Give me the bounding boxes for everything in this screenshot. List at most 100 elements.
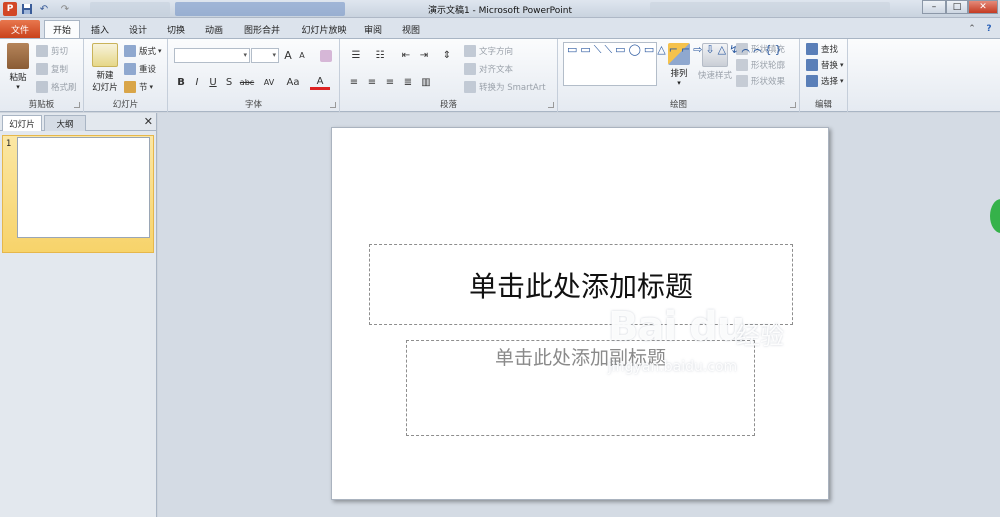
- quick-styles-label: 快速样式: [697, 71, 732, 81]
- tab-animations[interactable]: 动画: [196, 20, 232, 38]
- dialog-launcher-icon[interactable]: [790, 102, 796, 108]
- close-button[interactable]: ✕: [968, 0, 998, 14]
- layout-button[interactable]: 版式 ▾: [124, 43, 162, 59]
- arrange-label: 排列: [670, 69, 688, 79]
- tab-slides[interactable]: 幻灯片: [2, 115, 42, 131]
- align-left-icon[interactable]: ≡: [346, 75, 362, 90]
- slide-thumbnail[interactable]: [17, 137, 150, 238]
- copy-button[interactable]: 复制: [36, 61, 68, 77]
- cut-button[interactable]: 剪切: [36, 43, 68, 59]
- dropdown-arrow-icon: ▾: [149, 83, 154, 91]
- paste-icon: [7, 43, 29, 69]
- strikethrough-button[interactable]: abc: [238, 75, 256, 90]
- paste-button[interactable]: 粘贴 ▾: [4, 43, 32, 91]
- powerpoint-app-icon[interactable]: P: [3, 2, 17, 16]
- copy-label: 复制: [51, 65, 69, 75]
- slides-pane: 幻灯片 大纲 ✕ 1: [0, 113, 157, 517]
- shape-outline-label: 形状轮廓: [751, 61, 786, 71]
- align-text-button[interactable]: 对齐文本: [464, 61, 513, 77]
- text-direction-button[interactable]: 文字方向: [464, 43, 513, 59]
- replace-icon: [806, 59, 818, 71]
- blurred-taskbar-item: [175, 2, 345, 16]
- dialog-launcher-icon[interactable]: [74, 102, 80, 108]
- select-button[interactable]: 选择 ▾: [806, 73, 844, 89]
- tab-home[interactable]: 开始: [44, 20, 80, 38]
- smartart-button[interactable]: 转换为 SmartArt: [464, 79, 546, 95]
- text-shadow-button[interactable]: S: [222, 75, 236, 90]
- bold-button[interactable]: B: [174, 75, 188, 90]
- shape-outline-button[interactable]: 形状轮廓: [736, 57, 785, 73]
- effects-icon: [736, 75, 748, 87]
- text-direction-label: 文字方向: [479, 47, 514, 57]
- undo-icon[interactable]: ↶: [37, 2, 51, 16]
- help-icon[interactable]: ?: [982, 20, 996, 38]
- line-spacing-icon[interactable]: ⇕: [438, 48, 456, 63]
- save-icon[interactable]: [20, 2, 34, 16]
- tab-shape-merge[interactable]: 图形合并: [236, 20, 288, 38]
- paste-label: 粘贴: [9, 73, 27, 83]
- section-button[interactable]: 节 ▾: [124, 79, 153, 95]
- decrease-indent-icon[interactable]: ⇤: [398, 48, 414, 63]
- char-spacing-button[interactable]: AV: [258, 75, 280, 90]
- font-color-button[interactable]: A: [310, 75, 330, 90]
- shapes-gallery[interactable]: ▭▭⟍⟍▭◯▭△⌐⌐⇨⇩△↯⌒⌒{}: [563, 42, 782, 86]
- tab-slideshow[interactable]: 幻灯片放映: [294, 20, 354, 38]
- grow-font-button[interactable]: A: [282, 48, 294, 63]
- shrink-font-button[interactable]: A: [296, 48, 308, 63]
- section-icon: [124, 81, 136, 93]
- dropdown-arrow-icon: ▾: [272, 51, 276, 59]
- numbering-icon[interactable]: ☷: [370, 48, 390, 63]
- italic-button[interactable]: I: [190, 75, 204, 90]
- blurred-taskbar-item: [650, 2, 890, 16]
- dialog-launcher-icon[interactable]: [330, 102, 336, 108]
- align-right-icon[interactable]: ≡: [382, 75, 398, 90]
- slide-editor: 单击此处添加标题 单击此处添加副标题: [158, 113, 1000, 517]
- tab-file[interactable]: 文件: [0, 20, 40, 38]
- redo-icon[interactable]: ↷: [58, 2, 72, 16]
- bullets-icon[interactable]: ☰: [346, 48, 366, 63]
- replace-button[interactable]: 替换 ▾: [806, 57, 844, 73]
- dialog-launcher-icon[interactable]: [548, 102, 554, 108]
- reset-button[interactable]: 重设: [124, 61, 156, 77]
- tab-view[interactable]: 视图: [394, 20, 428, 38]
- tab-transitions[interactable]: 切换: [160, 20, 192, 38]
- watermark-cn-text: 经验: [736, 322, 784, 350]
- group-label: 绘图: [669, 100, 687, 110]
- minimize-button[interactable]: –: [922, 0, 946, 14]
- window-title: 演示文稿1 - Microsoft PowerPoint: [427, 6, 573, 16]
- tab-outline[interactable]: 大纲: [44, 115, 86, 131]
- format-painter-button[interactable]: 格式刷: [36, 79, 77, 95]
- close-icon[interactable]: ✕: [144, 115, 153, 128]
- font-size-select[interactable]: ▾: [251, 48, 279, 63]
- new-slide-button[interactable]: 新建 幻灯片: [86, 43, 124, 93]
- tab-design[interactable]: 设计: [120, 20, 156, 38]
- select-label: 选择: [821, 77, 839, 87]
- font-family-select[interactable]: ▾: [174, 48, 250, 63]
- tab-insert[interactable]: 插入: [84, 20, 116, 38]
- ribbon-tabs: 文件 开始 插入 设计 切换 动画 图形合并 幻灯片放映 审阅 视图 ⌃ ?: [0, 18, 1000, 38]
- floating-widget-icon[interactable]: [990, 199, 1000, 233]
- new-slide-icon: [92, 43, 118, 67]
- new-slide-label-2: 幻灯片: [92, 83, 118, 93]
- group-font: ▾ ▾ A A B I U S abc AV Aa A 字体: [168, 39, 340, 112]
- underline-button[interactable]: U: [206, 75, 220, 90]
- layout-icon: [124, 45, 136, 57]
- find-button[interactable]: 查找: [806, 41, 838, 57]
- change-case-button[interactable]: Aa: [282, 75, 304, 90]
- shape-effects-button[interactable]: 形状效果: [736, 73, 785, 89]
- minimize-ribbon-icon[interactable]: ⌃: [966, 20, 978, 38]
- slide-number: 1: [6, 139, 12, 149]
- justify-icon[interactable]: ≣: [400, 75, 416, 90]
- tab-review[interactable]: 审阅: [358, 20, 388, 38]
- maximize-button[interactable]: □: [946, 0, 968, 14]
- title-bar: P ↶ ↷ 演示文稿1 - Microsoft PowerPoint – □ ✕: [0, 0, 1000, 18]
- smartart-label: 转换为 SmartArt: [479, 83, 546, 93]
- group-paragraph: ☰ ☷ ⇤ ⇥ ⇕ 文字方向 对齐文本 转换为 SmartArt ≡ ≡ ≡ ≣…: [340, 39, 558, 112]
- dropdown-arrow-icon: ▾: [158, 47, 162, 55]
- clear-format-icon[interactable]: [318, 48, 334, 63]
- columns-icon[interactable]: ▥: [418, 75, 434, 90]
- align-center-icon[interactable]: ≡: [364, 75, 380, 90]
- dropdown-arrow-icon: ▾: [840, 61, 844, 69]
- brush-icon: [36, 81, 48, 93]
- increase-indent-icon[interactable]: ⇥: [416, 48, 432, 63]
